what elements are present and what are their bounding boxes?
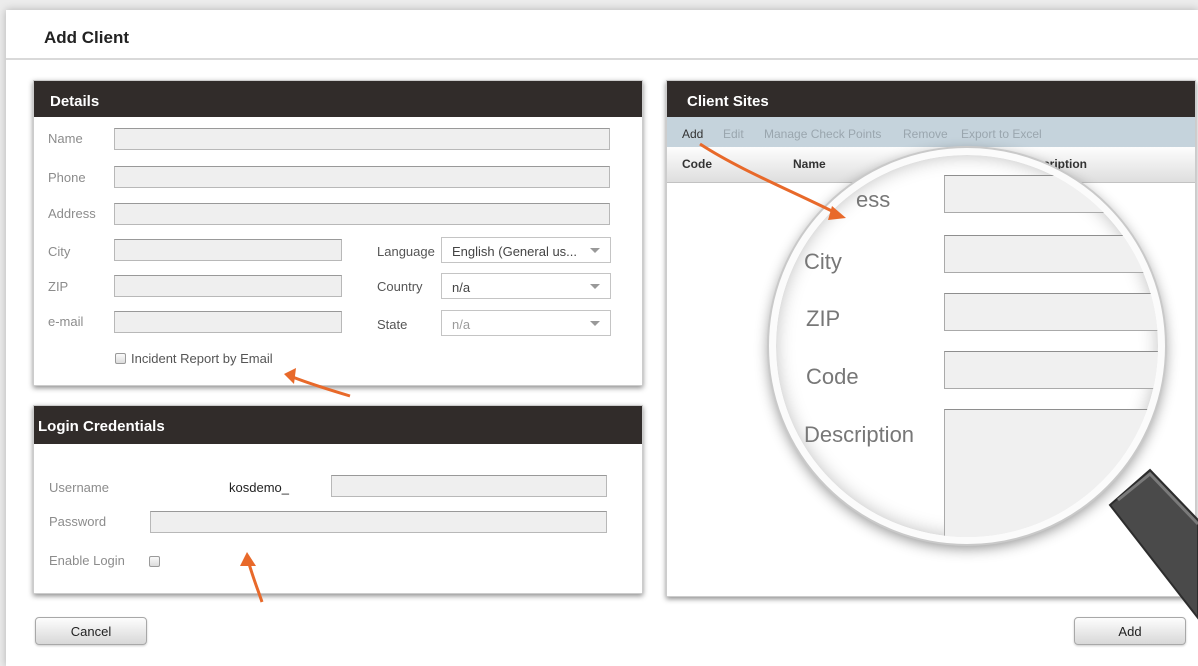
incident-report-label: Incident Report by Email bbox=[131, 351, 273, 366]
details-panel-title: Details bbox=[34, 81, 642, 117]
city-label: City bbox=[48, 244, 71, 259]
magnifier-label-code: Code bbox=[806, 364, 859, 389]
language-label: Language bbox=[377, 244, 435, 259]
column-code[interactable]: Code bbox=[682, 157, 712, 171]
column-name[interactable]: Name bbox=[793, 157, 826, 171]
client-sites-title: Client Sites bbox=[667, 81, 1195, 117]
add-button[interactable]: Add bbox=[1074, 617, 1186, 645]
cancel-button[interactable]: Cancel bbox=[35, 617, 147, 645]
address-input[interactable] bbox=[114, 203, 610, 225]
magnifier-zip-input bbox=[944, 293, 1158, 331]
country-select[interactable]: n/a bbox=[441, 273, 611, 299]
login-credentials-title: Login Credentials bbox=[34, 406, 642, 444]
magnifier-code-input bbox=[944, 351, 1158, 389]
toolbar-remove[interactable]: Remove bbox=[903, 127, 948, 141]
page-title: Add Client bbox=[44, 28, 129, 47]
language-selected-value: English (General us... bbox=[452, 244, 578, 259]
state-select[interactable]: n/a bbox=[441, 310, 611, 336]
magnifier-description-input bbox=[944, 409, 1158, 537]
country-label: Country bbox=[377, 279, 423, 294]
address-label: Address bbox=[48, 206, 96, 221]
zip-label: ZIP bbox=[48, 279, 69, 294]
state-label: State bbox=[377, 317, 408, 332]
name-label: Name bbox=[48, 131, 83, 146]
name-input[interactable] bbox=[114, 128, 610, 150]
login-credentials-panel: Login Credentials Username kosdemo_ Pass… bbox=[33, 405, 643, 594]
zip-input[interactable] bbox=[114, 275, 342, 297]
phone-label: Phone bbox=[48, 170, 86, 185]
magnifier-label-city: City bbox=[804, 249, 842, 274]
details-panel: Details Name Phone Address City ZIP e-ma… bbox=[33, 80, 643, 386]
title-bar: Add Client bbox=[6, 10, 1198, 60]
magnifier-label-address: ess bbox=[856, 187, 891, 212]
state-selected-value: n/a bbox=[452, 317, 471, 332]
toolbar-edit[interactable]: Edit bbox=[723, 127, 744, 141]
password-label: Password bbox=[49, 514, 107, 529]
magnifier-city-input bbox=[944, 235, 1158, 273]
incident-report-checkbox[interactable] bbox=[115, 353, 126, 364]
magnifier-label-zip: ZIP bbox=[806, 306, 841, 331]
enable-login-label: Enable Login bbox=[49, 553, 125, 568]
chevron-down-icon bbox=[590, 284, 600, 289]
username-prefix: kosdemo_ bbox=[229, 480, 289, 495]
toolbar-export-to-excel[interactable]: Export to Excel bbox=[961, 127, 1042, 141]
magnifier-lens: ess City ZIP Code Description bbox=[769, 148, 1165, 544]
toolbar-manage-check-points[interactable]: Manage Check Points bbox=[764, 127, 881, 141]
magnifier-label-description: Description bbox=[804, 422, 915, 447]
city-input[interactable] bbox=[114, 239, 342, 261]
enable-login-checkbox[interactable] bbox=[149, 556, 160, 567]
magnifier-address-input bbox=[944, 175, 1158, 213]
email-input[interactable] bbox=[114, 311, 342, 333]
username-input[interactable] bbox=[331, 475, 607, 497]
client-sites-toolbar: Add Edit Manage Check Points Remove Expo… bbox=[667, 117, 1195, 147]
password-input[interactable] bbox=[150, 511, 607, 533]
email-label: e-mail bbox=[48, 314, 84, 329]
toolbar-add[interactable]: Add bbox=[682, 127, 703, 141]
language-select[interactable]: English (General us... bbox=[441, 237, 611, 263]
chevron-down-icon bbox=[590, 248, 600, 253]
phone-input[interactable] bbox=[114, 166, 610, 188]
username-label: Username bbox=[49, 480, 109, 495]
country-selected-value: n/a bbox=[452, 280, 471, 295]
chevron-down-icon bbox=[590, 321, 600, 326]
